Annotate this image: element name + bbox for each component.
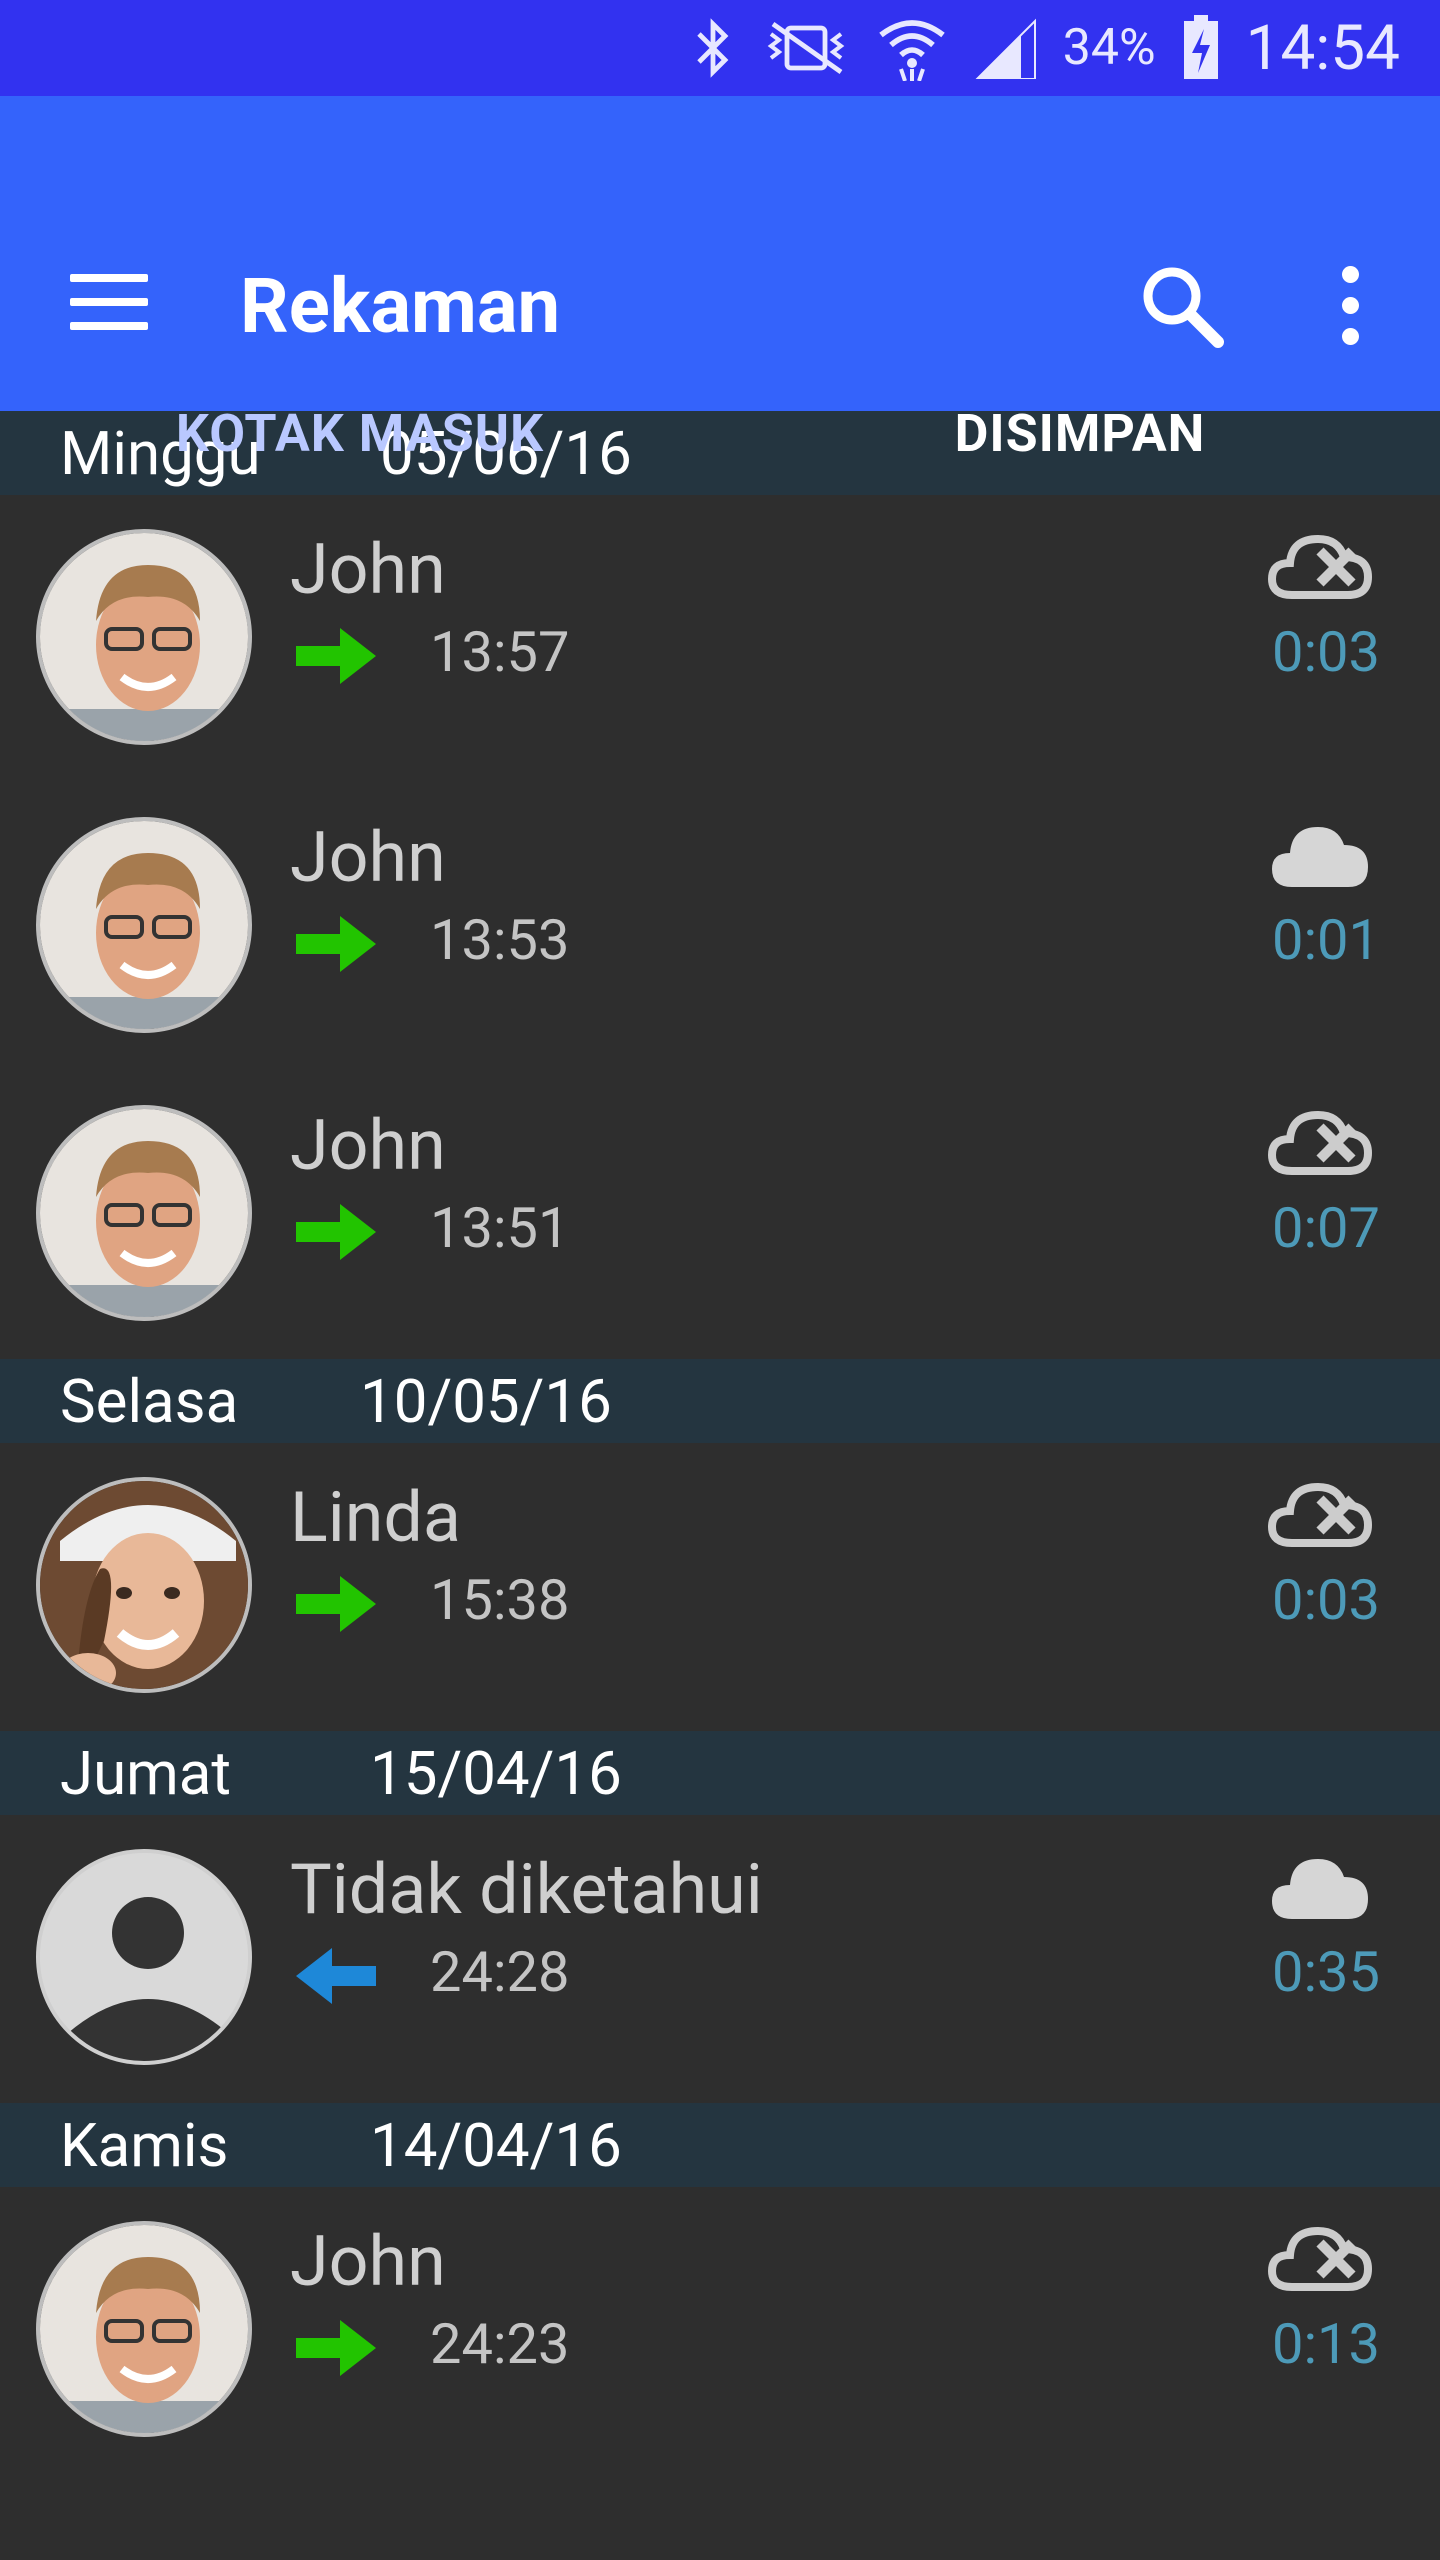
cloud-off-icon[interactable] xyxy=(1268,1479,1372,1551)
menu-icon-line xyxy=(70,298,148,306)
cloud-off-icon[interactable] xyxy=(1268,2223,1372,2295)
list-item[interactable]: John 13:51 0:07 xyxy=(0,1071,1440,1359)
outgoing-arrow-icon xyxy=(296,916,376,972)
menu-button[interactable] xyxy=(70,274,150,330)
tab-bar: KOTAK MASUK DISIMPAN xyxy=(0,355,1440,511)
call-duration: 0:13 xyxy=(1272,2311,1380,2377)
section-day: Kamis xyxy=(60,2109,229,2181)
more-vert-icon-dot xyxy=(1342,328,1359,345)
avatar xyxy=(36,1105,252,1321)
call-duration: 0:35 xyxy=(1272,1939,1380,2005)
call-duration: 0:03 xyxy=(1272,1567,1380,1633)
call-duration: 0:01 xyxy=(1272,907,1380,973)
search-icon xyxy=(1143,267,1224,348)
search-button[interactable] xyxy=(1140,264,1224,348)
call-time: 24:23 xyxy=(430,2311,570,2377)
list-item[interactable]: John 13:53 0:01 xyxy=(0,783,1440,1071)
outgoing-arrow-icon xyxy=(296,1576,376,1632)
outgoing-arrow-icon xyxy=(296,2320,376,2376)
contact-name: John xyxy=(290,1105,446,1187)
outgoing-arrow-icon xyxy=(296,628,376,684)
cloud-off-icon[interactable] xyxy=(1268,531,1372,603)
more-vert-icon xyxy=(1342,266,1359,283)
list-item[interactable]: John 24:23 0:13 xyxy=(0,2187,1440,2475)
section-header: Jumat 15/04/16 xyxy=(0,1731,1440,1815)
contact-name: John xyxy=(290,529,446,611)
section-date: 14/04/16 xyxy=(370,2109,622,2181)
contact-name: John xyxy=(290,2221,446,2303)
avatar xyxy=(36,2221,252,2437)
call-time: 24:28 xyxy=(430,1939,570,2005)
call-time: 13:51 xyxy=(430,1195,570,1261)
section-date: 10/05/16 xyxy=(360,1365,612,1437)
section-header: Selasa 10/05/16 xyxy=(0,1359,1440,1443)
list-item[interactable]: Linda 15:38 0:03 xyxy=(0,1443,1440,1731)
avatar xyxy=(36,1477,252,1693)
menu-icon-line xyxy=(70,322,148,330)
recording-list: Minggu 05/06/16 John 13:57 0:03 John 13:… xyxy=(0,411,1440,2475)
call-time: 13:57 xyxy=(430,619,570,685)
list-item[interactable]: John 13:57 0:03 xyxy=(0,495,1440,783)
cloud-icon[interactable] xyxy=(1268,1851,1372,1923)
cloud-icon[interactable] xyxy=(1268,819,1372,891)
wifi-icon xyxy=(877,15,947,81)
bluetooth-icon xyxy=(691,18,735,78)
contact-name: Linda xyxy=(290,1477,461,1559)
default-person-icon xyxy=(40,1853,248,2061)
avatar xyxy=(36,529,252,745)
section-day: Jumat xyxy=(60,1737,232,1809)
more-options-button[interactable] xyxy=(1330,266,1370,346)
section-date: 15/04/16 xyxy=(370,1737,622,1809)
call-duration: 0:07 xyxy=(1272,1195,1380,1261)
section-day: Selasa xyxy=(60,1365,239,1437)
status-clock: 14:54 xyxy=(1245,11,1400,85)
avatar xyxy=(36,817,252,1033)
call-time: 15:38 xyxy=(430,1567,570,1633)
contact-name: Tidak diketahui xyxy=(290,1849,763,1931)
battery-percentage: 34% xyxy=(1062,19,1156,77)
cloud-off-icon[interactable] xyxy=(1268,1107,1372,1179)
call-duration: 0:03 xyxy=(1272,619,1380,685)
signal-icon xyxy=(973,17,1039,79)
more-vert-icon-dot xyxy=(1342,297,1359,314)
battery-charging-icon xyxy=(1182,15,1220,81)
tab-inbox[interactable]: KOTAK MASUK xyxy=(0,355,720,511)
incoming-arrow-icon xyxy=(296,1948,376,2004)
status-bar: 34% 14:54 xyxy=(0,0,1440,96)
tab-saved[interactable]: DISIMPAN xyxy=(720,355,1440,511)
section-header: Kamis 14/04/16 xyxy=(0,2103,1440,2187)
list-item[interactable]: Tidak diketahui 24:28 0:35 xyxy=(0,1815,1440,2103)
outgoing-arrow-icon xyxy=(296,1204,376,1260)
avatar xyxy=(36,1849,252,2065)
page-title: Rekaman xyxy=(240,261,561,351)
menu-icon xyxy=(70,274,148,282)
call-time: 13:53 xyxy=(430,907,570,973)
contact-name: John xyxy=(290,817,446,899)
vibrate-mute-icon xyxy=(761,18,851,78)
